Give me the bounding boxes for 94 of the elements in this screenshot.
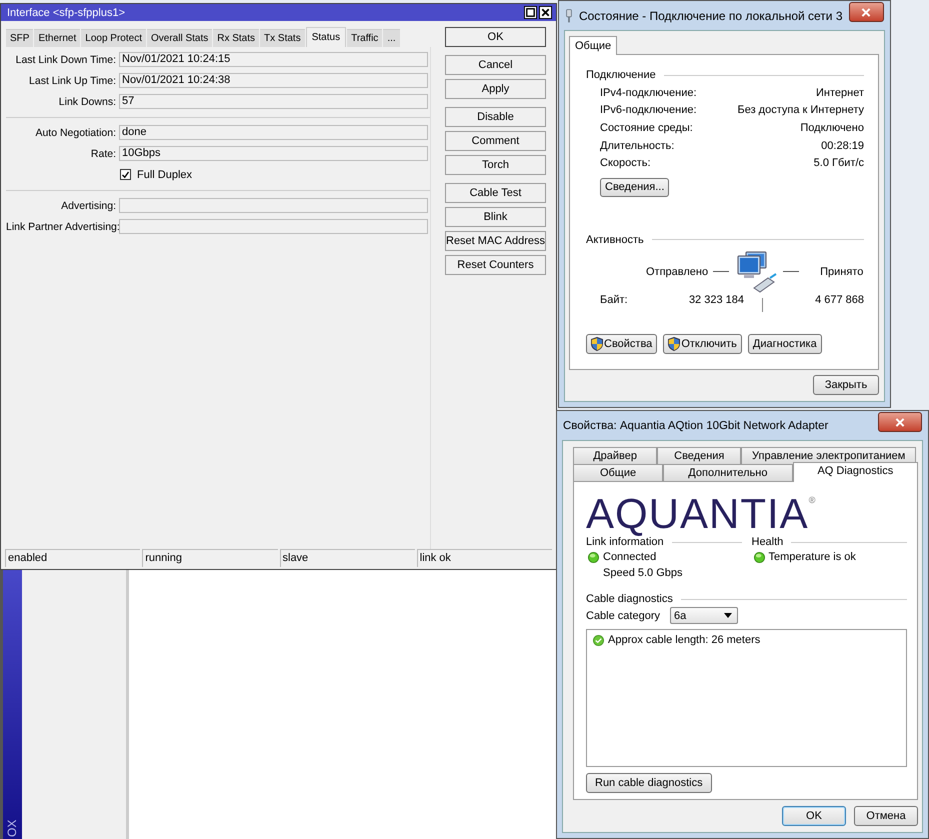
value-field[interactable]: 57 bbox=[119, 94, 428, 109]
action-button[interactable]: Disable bbox=[445, 107, 546, 127]
dialog-button[interactable]: Свойства bbox=[586, 334, 658, 354]
sent-bytes: 32 323 184 bbox=[688, 294, 744, 306]
tab[interactable]: Loop Protect bbox=[81, 29, 146, 47]
dialog-button[interactable]: Отмена bbox=[854, 806, 918, 826]
close-button[interactable] bbox=[878, 412, 922, 432]
property-label: IPv4-подключение: bbox=[600, 86, 697, 99]
value-field[interactable]: Nov/01/2021 10:24:15 bbox=[119, 52, 428, 67]
received-bytes: 4 677 868 bbox=[814, 294, 864, 306]
action-button[interactable]: Reset Counters bbox=[445, 255, 546, 275]
checkbox[interactable] bbox=[120, 169, 131, 180]
property-value: Интернет bbox=[816, 86, 864, 99]
caret-icon bbox=[724, 613, 732, 618]
tab[interactable]: Общие bbox=[569, 36, 618, 55]
property-label: Состояние среды: bbox=[600, 122, 693, 134]
field-label: Last Link Down Time: bbox=[14, 54, 116, 66]
tab[interactable]: Ethernet bbox=[34, 29, 80, 47]
action-button[interactable]: Reset MAC Address bbox=[445, 231, 546, 251]
value-field[interactable]: Nov/01/2021 10:24:38 bbox=[119, 73, 428, 88]
tab[interactable]: Общие bbox=[573, 464, 664, 481]
result-text: Approx cable length: 26 meters bbox=[608, 634, 760, 646]
field-label: Last Link Up Time: bbox=[28, 74, 116, 86]
sent-label: Отправлено bbox=[646, 266, 708, 278]
received-label: Принято bbox=[820, 266, 864, 278]
group-heading: Health bbox=[752, 536, 784, 548]
group-heading: Link information bbox=[586, 536, 664, 548]
property-label: IPv6-подключение: bbox=[600, 104, 697, 116]
action-button[interactable]: Comment bbox=[445, 131, 546, 151]
window-title: Свойства: Aquantia AQtion 10Gbit Network Adapter bbox=[563, 420, 830, 432]
group-heading: Cable diagnostics bbox=[586, 593, 673, 605]
tab[interactable]: Overall Stats bbox=[146, 29, 212, 47]
tab[interactable]: Tx Stats bbox=[260, 29, 305, 47]
field-label: Advertising: bbox=[60, 200, 116, 212]
value-field[interactable] bbox=[119, 219, 428, 234]
window-title: Состояние - Подключение по локальной сети 3 bbox=[578, 8, 843, 22]
field-label: Cable category bbox=[586, 610, 660, 622]
speed-text: Speed 5.0 Gbps bbox=[602, 567, 684, 579]
tab[interactable]: Rx Stats bbox=[213, 29, 260, 47]
run-diagnostics-button[interactable]: Run cable diagnostics bbox=[586, 773, 712, 793]
value-field[interactable]: 10Gbps bbox=[119, 146, 428, 161]
tab[interactable]: Status bbox=[306, 27, 346, 47]
close-dialog-button[interactable]: Закрыть bbox=[813, 375, 879, 395]
status-dot-icon bbox=[754, 552, 764, 562]
tab[interactable]: AQ Diagnostics bbox=[792, 462, 918, 482]
action-button[interactable]: Blink bbox=[445, 207, 546, 227]
dialog-button[interactable]: Отключить bbox=[663, 334, 742, 354]
check-icon bbox=[593, 634, 604, 646]
group-heading: Подключение bbox=[586, 69, 656, 81]
close-icon bbox=[861, 8, 872, 16]
action-button[interactable]: Torch bbox=[445, 155, 546, 175]
tab[interactable]: Дополнительно bbox=[663, 464, 793, 481]
dialog-button[interactable]: OK bbox=[782, 806, 846, 826]
action-button[interactable]: Apply bbox=[445, 79, 546, 99]
action-button[interactable]: Cancel bbox=[445, 55, 546, 75]
close-icon[interactable] bbox=[539, 6, 552, 19]
field-label: Link Downs: bbox=[58, 96, 116, 108]
property-value: Подключено bbox=[800, 122, 864, 134]
property-label: Скорость: bbox=[600, 157, 651, 170]
close-button[interactable] bbox=[848, 2, 884, 22]
maximize-icon[interactable] bbox=[524, 6, 537, 19]
action-button[interactable]: OK bbox=[445, 27, 546, 47]
property-label: Длительность: bbox=[600, 140, 674, 152]
dialog-button[interactable]: Диагностика bbox=[748, 334, 822, 354]
tab[interactable]: ... bbox=[383, 29, 400, 47]
tab[interactable]: Драйвер bbox=[573, 447, 658, 464]
tab[interactable]: Управление электропитанием bbox=[741, 447, 916, 464]
close-icon bbox=[895, 418, 905, 426]
status-cell: enabled bbox=[5, 549, 140, 567]
bytes-label: Байт: bbox=[600, 294, 629, 306]
details-button[interactable]: Сведения... bbox=[600, 178, 670, 197]
status-text: Connected bbox=[603, 551, 656, 563]
status-cell: slave bbox=[280, 549, 415, 567]
window-title: Interface <sfp-sfpplus1> bbox=[7, 6, 126, 18]
status-dot-icon bbox=[588, 552, 599, 562]
value-field[interactable]: done bbox=[119, 125, 428, 140]
status-cell: running bbox=[142, 549, 278, 567]
tab[interactable]: Сведения bbox=[657, 447, 742, 464]
brand-logo: AQUANTIA® bbox=[586, 494, 816, 534]
tab[interactable]: Traffic bbox=[347, 29, 382, 47]
field-label: Auto Negotiation: bbox=[34, 126, 116, 138]
tab[interactable]: SFP bbox=[6, 29, 34, 47]
network-plug-icon bbox=[565, 8, 573, 24]
status-cell: link ok bbox=[416, 549, 552, 567]
category-dropdown[interactable]: 6a bbox=[670, 607, 738, 624]
value-field[interactable] bbox=[119, 198, 428, 213]
property-value: Без доступа к Интернету bbox=[737, 104, 864, 116]
property-value: 5.0 Гбит/с bbox=[814, 157, 864, 170]
checkbox-label: Full Duplex bbox=[137, 168, 192, 180]
group-heading: Активность bbox=[586, 234, 644, 246]
field-label: Rate: bbox=[90, 148, 116, 160]
status-text: Temperature is ok bbox=[768, 551, 856, 563]
property-value: 00:28:19 bbox=[821, 140, 864, 152]
action-button[interactable]: Cable Test bbox=[445, 183, 546, 203]
